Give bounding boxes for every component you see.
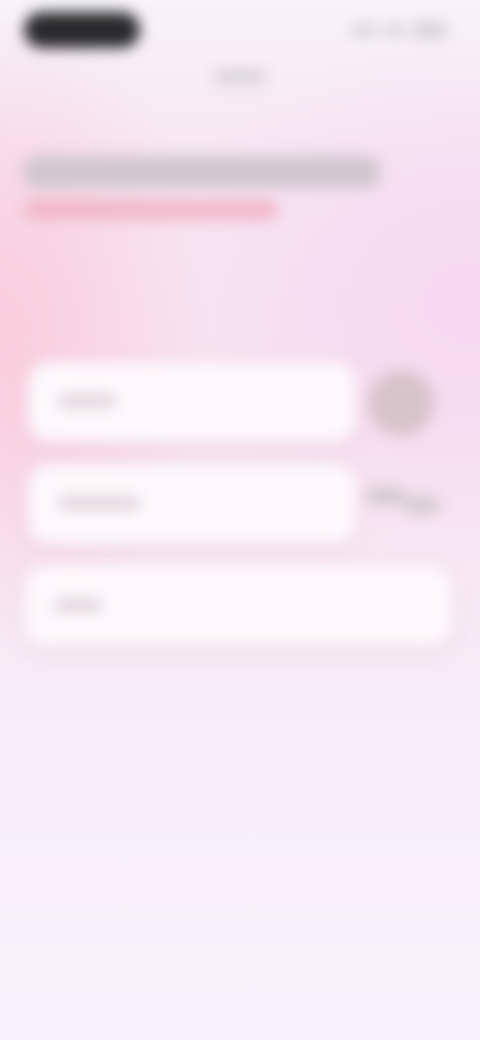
avatar[interactable] [368, 370, 434, 436]
key-icon[interactable] [366, 484, 442, 514]
field-card-1-label [58, 395, 116, 407]
status-time-pill [24, 12, 140, 48]
field-card-2-label [58, 497, 140, 509]
page-subtitle[interactable] [24, 200, 278, 220]
field-card-2[interactable] [28, 464, 356, 544]
battery-icon [412, 22, 446, 38]
wifi-icon [384, 24, 404, 36]
key-icon-part-a [366, 488, 406, 504]
field-card-3-label [54, 599, 102, 611]
field-card-1[interactable] [28, 362, 356, 442]
key-icon-part-b [404, 496, 440, 514]
signal-icon [352, 24, 376, 36]
top-handle [214, 70, 266, 84]
status-icons [350, 20, 446, 40]
field-card-3[interactable] [24, 566, 452, 646]
app-screen: { "status_bar": { "time": "", "icons": [… [0, 0, 480, 1040]
page-title [24, 156, 380, 188]
blurred-content [0, 0, 480, 1040]
